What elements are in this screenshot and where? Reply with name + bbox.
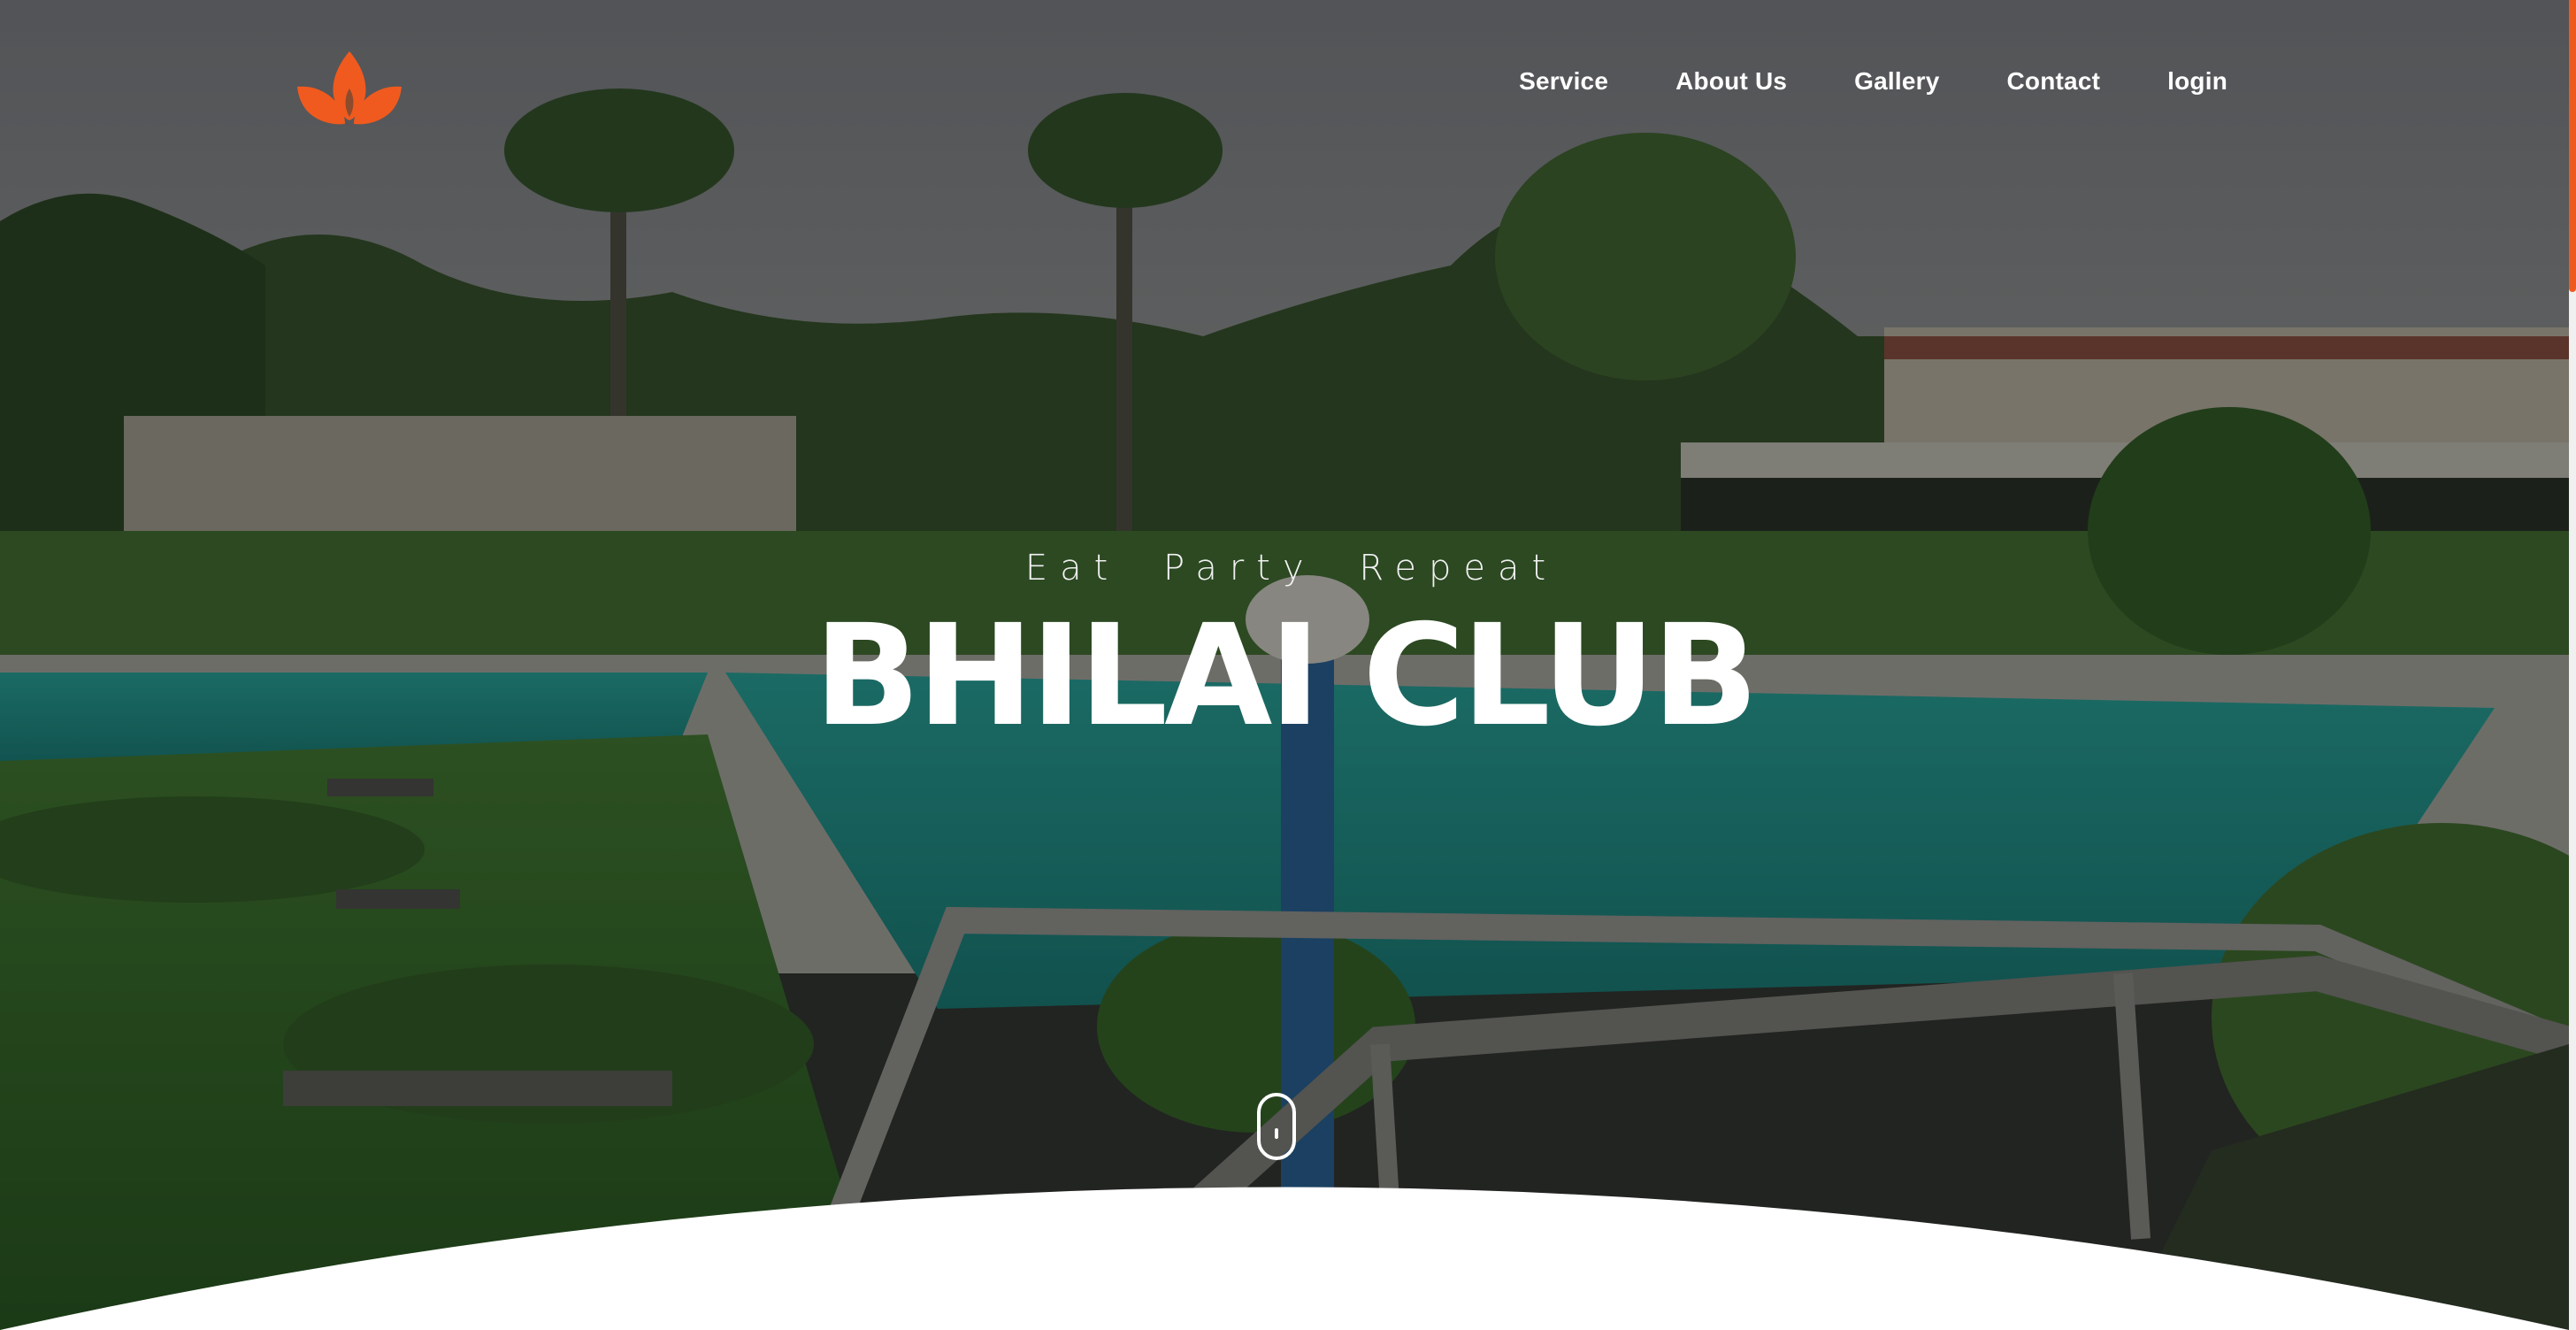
lotus-flame-icon — [297, 51, 402, 125]
nav-link-about-us[interactable]: About Us — [1675, 67, 1787, 96]
page-viewport: Service About Us Gallery Contact login E… — [0, 0, 2576, 1330]
hero-heading-block: Eat Party Repeat BHILAI CLUB — [0, 543, 2569, 756]
site-header: Service About Us Gallery Contact login — [0, 0, 2569, 177]
hero-title: BHILAI CLUB — [814, 595, 1759, 757]
hero-bottom-curve — [0, 1187, 2569, 1330]
brand-logo[interactable] — [295, 50, 403, 126]
page-scrollbar-track[interactable] — [2569, 0, 2576, 1330]
hero-tagline: Eat Party Repeat — [1024, 548, 1559, 588]
scroll-wheel-dot — [1275, 1128, 1278, 1139]
nav-link-contact[interactable]: Contact — [2007, 67, 2101, 96]
main-nav: Service About Us Gallery Contact login — [1519, 67, 2227, 96]
nav-link-service[interactable]: Service — [1519, 67, 1608, 96]
mouse-scroll-icon[interactable] — [1257, 1093, 1296, 1160]
nav-link-login[interactable]: login — [2167, 67, 2227, 96]
nav-link-gallery[interactable]: Gallery — [1854, 67, 1939, 96]
page-scrollbar-thumb[interactable] — [2569, 0, 2576, 292]
